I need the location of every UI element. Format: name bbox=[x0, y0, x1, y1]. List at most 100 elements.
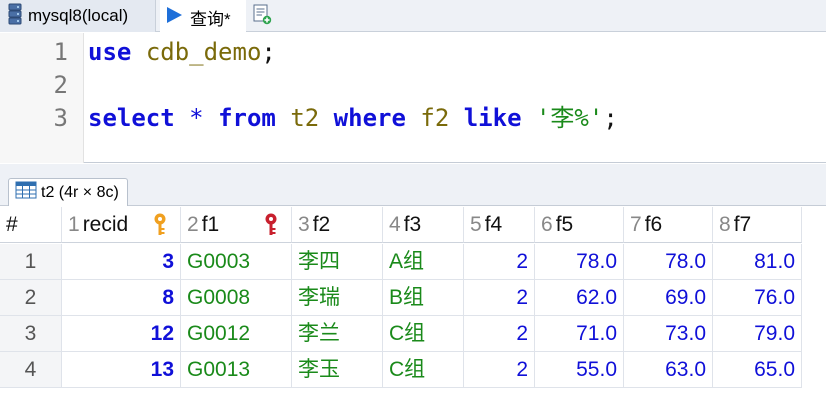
new-query-icon bbox=[252, 3, 272, 30]
column-name: f1 bbox=[201, 213, 220, 236]
code-token: ; bbox=[603, 104, 618, 132]
line-number: 1 bbox=[53, 38, 68, 66]
row-number[interactable]: 4 bbox=[0, 352, 62, 388]
column-name: f5 bbox=[555, 213, 574, 236]
cell-f5[interactable]: 71.0 bbox=[535, 316, 624, 352]
cell-f4[interactable]: 2 bbox=[464, 244, 535, 280]
code-token: f2 bbox=[420, 104, 450, 132]
cell-f7[interactable]: 65.0 bbox=[713, 352, 802, 388]
column-index: 7 bbox=[630, 213, 642, 236]
column-header-f5[interactable]: 6 f5 bbox=[535, 207, 624, 243]
column-header-f4[interactable]: 5 f4 bbox=[464, 207, 535, 243]
code-token: select bbox=[88, 104, 175, 132]
cell-f6[interactable]: 78.0 bbox=[624, 244, 713, 280]
cell-f5[interactable]: 55.0 bbox=[535, 352, 624, 388]
cell-f7[interactable]: 79.0 bbox=[713, 316, 802, 352]
cell-recid[interactable]: 3 bbox=[62, 244, 181, 280]
cell-f2[interactable]: 李兰 bbox=[292, 316, 383, 352]
column-header-f7[interactable]: 8 f7 bbox=[713, 207, 802, 243]
column-name: f4 bbox=[484, 213, 503, 236]
cell-f1[interactable]: G0008 bbox=[181, 280, 292, 316]
code-token: * bbox=[189, 104, 204, 132]
cell-f7[interactable]: 76.0 bbox=[713, 280, 802, 316]
code-token: where bbox=[333, 104, 406, 132]
cell-f3[interactable]: B组 bbox=[383, 280, 464, 316]
column-index: 3 bbox=[298, 213, 310, 236]
tab-connection[interactable]: mysql8(local) bbox=[0, 0, 156, 32]
cell-f5[interactable]: 62.0 bbox=[535, 280, 624, 316]
line-number: 2 bbox=[53, 71, 68, 99]
column-header-f6[interactable]: 7 f6 bbox=[624, 207, 713, 243]
cell-f1[interactable]: G0012 bbox=[181, 316, 292, 352]
column-name: recid bbox=[82, 213, 129, 236]
sql-editor[interactable]: 1 use cdb_demo; 2 3 select * from t2 where f… bbox=[0, 33, 826, 163]
cell-f2[interactable]: 李四 bbox=[292, 244, 383, 280]
cell-f2[interactable]: 李瑞 bbox=[292, 280, 383, 316]
column-index: 6 bbox=[541, 213, 553, 236]
cell-f1[interactable]: G0013 bbox=[181, 352, 292, 388]
new-query-button[interactable] bbox=[248, 0, 276, 32]
tab-query[interactable]: 查询* bbox=[160, 0, 246, 32]
column-name: f3 bbox=[403, 213, 422, 236]
column-index: 4 bbox=[389, 213, 401, 236]
code-token: '李%' bbox=[535, 104, 604, 132]
column-name: f6 bbox=[644, 213, 663, 236]
cell-f4[interactable]: 2 bbox=[464, 352, 535, 388]
cell-f2[interactable]: 李玉 bbox=[292, 352, 383, 388]
line-number: 3 bbox=[53, 104, 68, 132]
rownum-header: # bbox=[0, 207, 62, 243]
server-icon bbox=[8, 3, 22, 30]
code-line[interactable]: 2 bbox=[0, 69, 826, 102]
cell-recid[interactable]: 12 bbox=[62, 316, 181, 352]
grid-header-row: # 1 recid 2 f1 3 f2 4 f3 5 f4 6 f5 7 f6 8 f7 bbox=[0, 207, 826, 243]
tab-result-t2[interactable]: t2 (4r × 8c) bbox=[8, 178, 128, 206]
column-name: f2 bbox=[312, 213, 331, 236]
column-index: 1 bbox=[68, 213, 80, 236]
code-line[interactable]: 1 use cdb_demo; bbox=[0, 36, 826, 69]
cell-f6[interactable]: 63.0 bbox=[624, 352, 713, 388]
cell-recid[interactable]: 8 bbox=[62, 280, 181, 316]
column-index: 8 bbox=[719, 213, 731, 236]
cell-f1[interactable]: G0003 bbox=[181, 244, 292, 280]
query-tab-bar: mysql8(local) 查询* bbox=[0, 0, 826, 32]
column-header-f2[interactable]: 3 f2 bbox=[292, 207, 383, 243]
cell-f6[interactable]: 73.0 bbox=[624, 316, 713, 352]
cell-recid[interactable]: 13 bbox=[62, 352, 181, 388]
column-header-recid[interactable]: 1 recid bbox=[62, 207, 181, 243]
cell-f3[interactable]: A组 bbox=[383, 244, 464, 280]
primary-key-icon bbox=[153, 213, 167, 242]
cell-f3[interactable]: C组 bbox=[383, 352, 464, 388]
table-row[interactable]: 3 12 G0012 李兰 C组 2 71.0 73.0 79.0 bbox=[0, 316, 826, 352]
row-number[interactable]: 3 bbox=[0, 316, 62, 352]
cell-f5[interactable]: 78.0 bbox=[535, 244, 624, 280]
column-header-f3[interactable]: 4 f3 bbox=[383, 207, 464, 243]
cell-f4[interactable]: 2 bbox=[464, 316, 535, 352]
row-number[interactable]: 1 bbox=[0, 244, 62, 280]
cell-f7[interactable]: 81.0 bbox=[713, 244, 802, 280]
column-header-f1[interactable]: 2 f1 bbox=[181, 207, 292, 243]
column-index: 2 bbox=[187, 213, 199, 236]
run-icon bbox=[164, 5, 184, 30]
code-token: ; bbox=[261, 38, 276, 66]
table-grid-icon bbox=[15, 181, 37, 204]
code-line[interactable]: 3 select * from t2 where f2 like '李%'; bbox=[0, 102, 826, 135]
cell-f4[interactable]: 2 bbox=[464, 280, 535, 316]
cell-f3[interactable]: C组 bbox=[383, 316, 464, 352]
tab-query-label: 查询* bbox=[190, 9, 231, 29]
tab-result-label: t2 (4r × 8c) bbox=[41, 183, 119, 201]
table-row[interactable]: 4 13 G0013 李玉 C组 2 55.0 63.0 65.0 bbox=[0, 352, 826, 388]
table-row[interactable]: 1 3 G0003 李四 A组 2 78.0 78.0 81.0 bbox=[0, 244, 826, 280]
code-token: cdb_demo bbox=[145, 38, 262, 66]
result-tab-bar: t2 (4r × 8c) bbox=[0, 164, 826, 206]
result-grid[interactable]: # 1 recid 2 f1 3 f2 4 f3 5 f4 6 f5 7 f6 8 f7 1 3 G0003 李四 A… bbox=[0, 207, 826, 401]
table-row[interactable]: 2 8 G0008 李瑞 B组 2 62.0 69.0 76.0 bbox=[0, 280, 826, 316]
row-number[interactable]: 2 bbox=[0, 280, 62, 316]
cell-f6[interactable]: 69.0 bbox=[624, 280, 713, 316]
